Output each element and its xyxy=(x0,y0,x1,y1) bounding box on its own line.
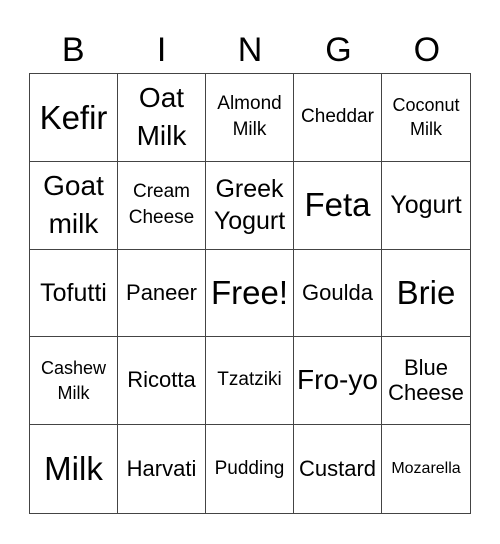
bingo-cell[interactable]: Feta xyxy=(294,161,382,250)
bingo-cell[interactable]: Oat Milk xyxy=(118,74,206,162)
bingo-cell[interactable]: Mozarella xyxy=(382,425,470,513)
header-letter-i: I xyxy=(156,31,167,69)
cell-label: Milk xyxy=(44,450,103,488)
bingo-cell[interactable]: Harvati xyxy=(118,425,206,513)
bingo-cell[interactable]: Cream Cheese xyxy=(118,161,206,250)
bingo-cell[interactable]: Goat milk xyxy=(30,161,118,250)
cell-label: Almond Milk xyxy=(217,92,282,141)
bingo-cell[interactable]: Yogurt xyxy=(382,162,470,250)
bingo-cell[interactable]: Milk xyxy=(30,425,118,513)
bingo-cell[interactable]: Custard xyxy=(294,425,382,513)
cell-label: Ricotta xyxy=(127,367,196,393)
cell-label: Coconut Milk xyxy=(392,95,460,140)
header-letter-o: O xyxy=(413,31,441,69)
cell-label: Free! xyxy=(210,274,289,312)
cell-label: Feta xyxy=(304,186,371,224)
bingo-cell[interactable]: Coconut Milk xyxy=(382,74,470,162)
bingo-cell[interactable]: Brie xyxy=(382,250,470,338)
cell-label: Cheddar xyxy=(301,106,374,128)
cell-label: Cream Cheese xyxy=(128,180,195,229)
bingo-cell[interactable]: Fro-yo xyxy=(294,337,382,426)
bingo-cell[interactable]: Goulda xyxy=(294,249,382,338)
cell-label: Goat milk xyxy=(43,169,104,240)
cell-label: Yogurt xyxy=(390,191,462,220)
bingo-cell[interactable]: Greek Yogurt xyxy=(206,161,294,250)
cell-label: Kefir xyxy=(39,98,108,136)
cell-label: Pudding xyxy=(214,457,285,479)
cell-label: Brie xyxy=(396,274,456,312)
bingo-header: B I N G O xyxy=(29,26,471,74)
cell-label: Tofutti xyxy=(40,278,107,307)
cell-label: Harvati xyxy=(126,455,197,481)
cell-label: Paneer xyxy=(126,279,197,305)
bingo-grid: Kefir Oat Milk Almond Milk Cheddar Coconut M… xyxy=(29,73,471,514)
cell-label: Goulda xyxy=(302,279,373,305)
bingo-cell[interactable]: Cheddar xyxy=(294,74,382,162)
cell-label: Oat Milk xyxy=(136,81,187,152)
cell-label: Tzatziki xyxy=(217,369,282,391)
bingo-cell[interactable]: Tofutti xyxy=(30,249,118,338)
cell-label: Fro-yo xyxy=(297,364,378,396)
bingo-cell[interactable]: Kefir xyxy=(30,74,118,162)
cell-label: Custard xyxy=(298,455,377,481)
free-space-cell[interactable]: Free! xyxy=(206,249,294,338)
bingo-cell[interactable]: Ricotta xyxy=(118,337,206,426)
bingo-cell[interactable]: Paneer xyxy=(118,249,206,338)
bingo-cell[interactable]: Almond Milk xyxy=(206,74,294,162)
cell-label: Blue Cheese xyxy=(388,355,464,405)
cell-label: Greek Yogurt xyxy=(213,175,286,236)
cell-label: Mozarella xyxy=(391,460,461,478)
header-letter-g: G xyxy=(325,31,352,69)
cell-label: Cashew Milk xyxy=(40,358,107,403)
bingo-cell[interactable]: Blue Cheese xyxy=(382,337,470,426)
bingo-cell[interactable]: Pudding xyxy=(206,425,294,513)
bingo-cell[interactable]: Tzatziki xyxy=(206,337,294,426)
bingo-cell[interactable]: Cashew Milk xyxy=(30,337,118,426)
header-letter-b: B xyxy=(61,31,85,69)
header-letter-n: N xyxy=(237,31,263,69)
